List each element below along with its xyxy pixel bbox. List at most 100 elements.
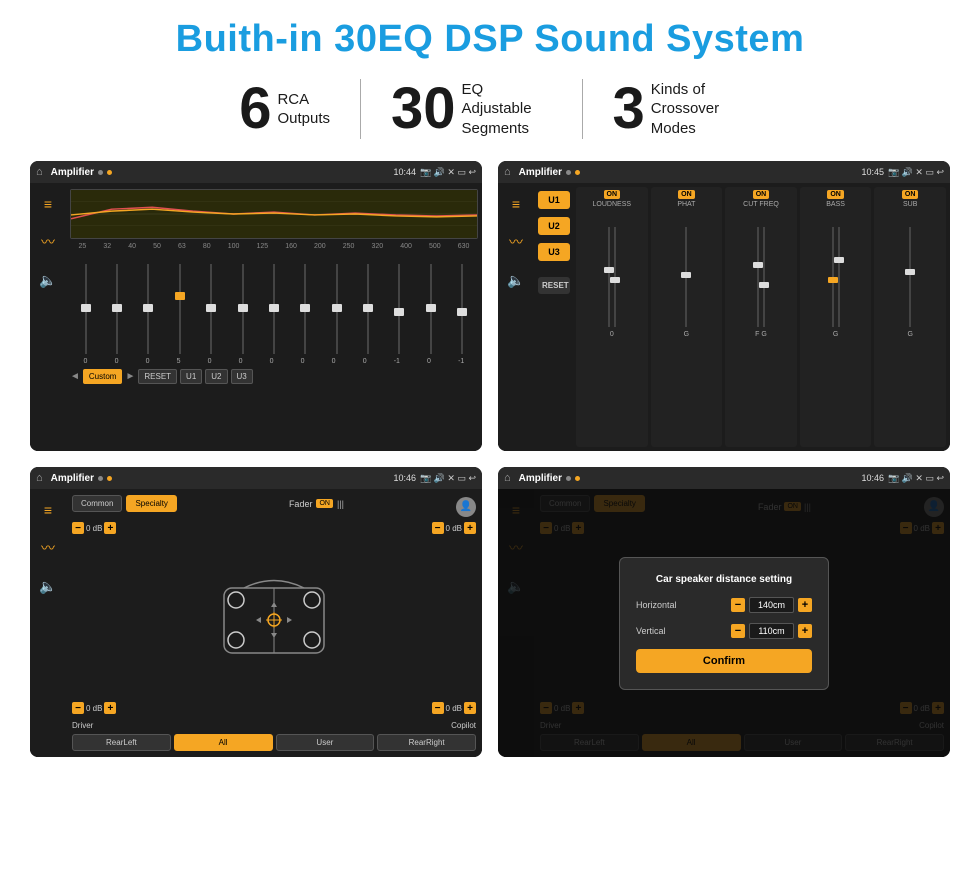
vol-group-fl: − 0 dB + <box>72 522 116 534</box>
minus-rr[interactable]: − <box>432 702 444 714</box>
eq-slider-2[interactable] <box>147 264 149 354</box>
channel-loudness: ON LOUDNESS 0 <box>576 187 648 447</box>
u1-btn-1[interactable]: U1 <box>180 369 202 384</box>
label-driver-3: Driver <box>72 721 93 730</box>
btn-all-3[interactable]: All <box>174 734 273 751</box>
u2-btn[interactable]: U2 <box>538 217 570 235</box>
speaker-icon-3[interactable]: 🔈 <box>35 573 61 599</box>
eq-slider-11[interactable] <box>430 264 432 354</box>
eq-slider-10[interactable] <box>398 264 400 354</box>
stat-rca-label: RCAOutputs <box>277 90 330 129</box>
home-icon-1[interactable]: ⌂ <box>36 166 43 178</box>
u2-btn-1[interactable]: U2 <box>205 369 227 384</box>
eq-slider-9[interactable] <box>367 264 369 354</box>
eq-icon-3[interactable]: ≡ <box>35 497 61 523</box>
minus-fl[interactable]: − <box>72 522 84 534</box>
screen4-time: 10:46 <box>861 473 884 483</box>
tabs-row-3: Common Specialty <box>72 495 177 512</box>
u3-btn-1[interactable]: U3 <box>231 369 253 384</box>
bass-slider-1[interactable] <box>832 227 834 327</box>
wave-icon[interactable]: 〰 <box>35 229 61 255</box>
screens-grid: ⌂ Amplifier 10:44 📷 🔊 ✕ ▭ ↩ ≡ 〰 🔈 <box>30 161 950 757</box>
horizontal-plus[interactable]: + <box>798 598 812 612</box>
sub-values: G <box>907 331 912 338</box>
wave-icon-2[interactable]: 〰 <box>503 229 529 255</box>
minus-rl[interactable]: − <box>72 702 84 714</box>
screen3-title: Amplifier <box>51 473 94 484</box>
plus-rr[interactable]: + <box>464 702 476 714</box>
vertical-plus[interactable]: + <box>798 624 812 638</box>
dot-4a <box>566 476 571 481</box>
phat-slider-1[interactable] <box>685 227 687 327</box>
speaker-icon-2[interactable]: 🔈 <box>503 267 529 293</box>
loudness-slider-2[interactable] <box>614 227 616 327</box>
screen-distance: ⌂ Amplifier 10:46 📷 🔊 ✕ ▭ ↩ ≡ 〰 🔈 Com <box>498 467 950 757</box>
loudness-toggle[interactable]: ON <box>604 190 621 199</box>
cutfreq-slider-2[interactable] <box>763 227 765 327</box>
stat-rca-number: 6 <box>239 80 271 138</box>
prev-arrow[interactable]: ◄ <box>70 371 80 382</box>
eq-slider-5[interactable] <box>242 264 244 354</box>
screen3-icons: 📷 🔊 ✕ ▭ ↩ <box>420 473 476 484</box>
bass-values: G <box>833 331 838 338</box>
u1-btn[interactable]: U1 <box>538 191 570 209</box>
horizontal-control: − 140cm + <box>731 597 812 613</box>
eq-icon[interactable]: ≡ <box>35 191 61 217</box>
reset-btn-1[interactable]: RESET <box>138 369 177 384</box>
eq-slider-8[interactable] <box>336 264 338 354</box>
sub-toggle[interactable]: ON <box>902 190 919 199</box>
fader-on[interactable]: ON <box>316 499 333 508</box>
cutfreq-toggle[interactable]: ON <box>753 190 770 199</box>
btn-user-3[interactable]: User <box>276 734 375 751</box>
eq-values: 00050 00000 -10-1 <box>70 358 478 365</box>
tab-specialty-3[interactable]: Specialty <box>126 495 176 512</box>
eq-slider-12[interactable] <box>461 264 463 354</box>
btn-rearright-3[interactable]: RearRight <box>377 734 476 751</box>
phat-toggle[interactable]: ON <box>678 190 695 199</box>
eq-bottom-controls: ◄ Custom ► RESET U1 U2 U3 <box>70 369 478 384</box>
eq-slider-7[interactable] <box>304 264 306 354</box>
vertical-control: − 110cm + <box>731 623 812 639</box>
reset-btn-2[interactable]: RESET <box>538 277 570 294</box>
home-icon-4[interactable]: ⌂ <box>504 472 511 484</box>
sub-slider-1[interactable] <box>909 227 911 327</box>
eq-slider-1[interactable] <box>116 264 118 354</box>
eq-slider-3[interactable] <box>179 264 181 354</box>
home-icon-2[interactable]: ⌂ <box>504 166 511 178</box>
profile-icon-3[interactable]: 👤 <box>456 497 476 517</box>
confirm-button[interactable]: Confirm <box>636 649 812 673</box>
eq-slider-0[interactable] <box>85 264 87 354</box>
bass-slider-2[interactable] <box>838 227 840 327</box>
eq-area: 2532405063 80100125160200 25032040050063… <box>66 183 482 451</box>
u3-btn[interactable]: U3 <box>538 243 570 261</box>
screen4-title: Amplifier <box>519 473 562 484</box>
speaker-icon[interactable]: 🔈 <box>35 267 61 293</box>
tab-common-3[interactable]: Common <box>72 495 122 512</box>
vol-fr-value: 0 dB <box>446 524 462 533</box>
vertical-minus[interactable]: − <box>731 624 745 638</box>
plus-fl[interactable]: + <box>104 522 116 534</box>
plus-fr[interactable]: + <box>464 522 476 534</box>
bass-toggle[interactable]: ON <box>827 190 844 199</box>
vertical-label: Vertical <box>636 626 666 636</box>
vol-group-rl: − 0 dB + <box>72 702 116 714</box>
mixer-area: ON LOUDNESS 0 <box>574 183 950 451</box>
horizontal-minus[interactable]: − <box>731 598 745 612</box>
btn-rearleft-3[interactable]: RearLeft <box>72 734 171 751</box>
channel-cutfreq: ON CUT FREQ F G <box>725 187 797 447</box>
cutfreq-slider-1[interactable] <box>757 227 759 327</box>
label-copilot-3: Copilot <box>451 721 476 730</box>
home-icon-3[interactable]: ⌂ <box>36 472 43 484</box>
bass-label: BASS <box>826 201 845 208</box>
minus-fr[interactable]: − <box>432 522 444 534</box>
eq-slider-6[interactable] <box>273 264 275 354</box>
plus-rl[interactable]: + <box>104 702 116 714</box>
eq-icon-2[interactable]: ≡ <box>503 191 529 217</box>
loudness-values: 0 <box>610 331 614 338</box>
screen2-icons: 📷 🔊 ✕ ▭ ↩ <box>888 167 944 178</box>
vol-rl-value: 0 dB <box>86 704 102 713</box>
custom-btn[interactable]: Custom <box>83 369 123 384</box>
eq-slider-4[interactable] <box>210 264 212 354</box>
next-arrow[interactable]: ► <box>125 371 135 382</box>
wave-icon-3[interactable]: 〰 <box>35 535 61 561</box>
